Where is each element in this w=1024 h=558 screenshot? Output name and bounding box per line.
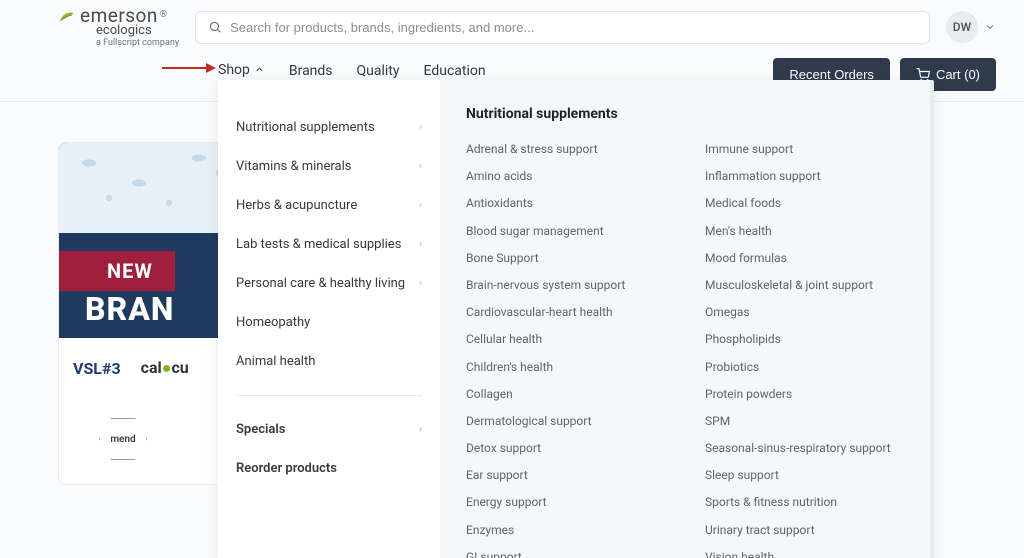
- menu-specials[interactable]: Specials›: [218, 410, 440, 449]
- menu-link[interactable]: Antioxidants: [466, 194, 665, 213]
- chevron-right-icon: ›: [419, 122, 422, 133]
- menu-cat-nutritional-supplements[interactable]: Nutritional supplements›: [218, 108, 440, 147]
- menu-link[interactable]: Children's health: [466, 358, 665, 377]
- shop-mega-menu: Nutritional supplements› Vitamins & mine…: [218, 80, 934, 558]
- menu-link[interactable]: Seasonal-sinus-respiratory support: [705, 439, 904, 458]
- menu-link[interactable]: Inflammation support: [705, 167, 904, 186]
- menu-link[interactable]: Sports & fitness nutrition: [705, 493, 904, 512]
- logo-tagline: a Fullscript company: [96, 39, 179, 48]
- chevron-right-icon: ›: [419, 239, 422, 250]
- menu-main: Nutritional supplements Adrenal & stress…: [440, 80, 930, 558]
- menu-link[interactable]: SPM: [705, 412, 904, 431]
- new-badge: NEW: [59, 251, 175, 291]
- search-icon: [208, 20, 222, 34]
- menu-link[interactable]: Amino acids: [466, 167, 665, 186]
- menu-link[interactable]: Protein powders: [705, 385, 904, 404]
- menu-link[interactable]: Brain-nervous system support: [466, 276, 665, 295]
- menu-link[interactable]: Cardiovascular-heart health: [466, 303, 665, 322]
- top-bar: emerson ® ecologics a Fullscript company…: [0, 0, 1024, 48]
- chevron-down-icon: [984, 21, 996, 33]
- menu-link[interactable]: Adrenal & stress support: [466, 140, 665, 159]
- chevron-right-icon: ›: [419, 200, 422, 211]
- logo[interactable]: emerson ® ecologics a Fullscript company: [58, 6, 179, 48]
- user-menu[interactable]: DW: [946, 11, 996, 43]
- menu-link[interactable]: Men's health: [705, 222, 904, 241]
- logo-sub: ecologics: [96, 24, 152, 37]
- avatar: DW: [946, 11, 978, 43]
- brand-calocurb[interactable]: cal●cu: [141, 358, 189, 378]
- menu-link[interactable]: Mood formulas: [705, 249, 904, 268]
- menu-link[interactable]: Enzymes: [466, 521, 665, 540]
- menu-link[interactable]: Vision health: [705, 548, 904, 558]
- menu-link[interactable]: Blood sugar management: [466, 222, 665, 241]
- menu-heading: Nutritional supplements: [466, 106, 904, 122]
- menu-link[interactable]: Detox support: [466, 439, 665, 458]
- search-input[interactable]: [230, 20, 917, 35]
- menu-separator: [236, 395, 422, 396]
- menu-col-2: Immune support Inflammation support Medica…: [705, 140, 904, 558]
- menu-link[interactable]: Immune support: [705, 140, 904, 159]
- menu-link[interactable]: Sleep support: [705, 466, 904, 485]
- menu-cat-vitamins-minerals[interactable]: Vitamins & minerals›: [218, 147, 440, 186]
- menu-cat-herbs-acupuncture[interactable]: Herbs & acupuncture›: [218, 186, 440, 225]
- menu-cat-personal-care[interactable]: Personal care & healthy living›: [218, 264, 440, 303]
- menu-link[interactable]: Medical foods: [705, 194, 904, 213]
- hero-brand-text: BRAN: [85, 290, 174, 328]
- menu-cat-lab-tests[interactable]: Lab tests & medical supplies›: [218, 225, 440, 264]
- menu-link[interactable]: Dermatological support: [466, 412, 665, 431]
- menu-cat-homeopathy[interactable]: Homeopathy: [218, 303, 440, 342]
- menu-link[interactable]: Energy support: [466, 493, 665, 512]
- menu-link[interactable]: GI support: [466, 548, 665, 558]
- menu-link[interactable]: Musculoskeletal & joint support: [705, 276, 904, 295]
- brand-mend[interactable]: mend: [99, 418, 147, 460]
- menu-reorder[interactable]: Reorder products: [218, 449, 440, 488]
- menu-cat-animal-health[interactable]: Animal health: [218, 342, 440, 381]
- menu-link[interactable]: Collagen: [466, 385, 665, 404]
- menu-link[interactable]: Omegas: [705, 303, 904, 322]
- menu-columns: Adrenal & stress support Amino acids Antio…: [466, 140, 904, 558]
- menu-link[interactable]: Probiotics: [705, 358, 904, 377]
- menu-link[interactable]: Phospholipids: [705, 330, 904, 349]
- chevron-right-icon: ›: [419, 161, 422, 172]
- chevron-up-icon: [254, 64, 265, 75]
- menu-link[interactable]: Ear support: [466, 466, 665, 485]
- brand-vsl[interactable]: VSL#3: [73, 359, 121, 378]
- menu-col-1: Adrenal & stress support Amino acids Antio…: [466, 140, 665, 558]
- leaf-icon: [58, 9, 78, 23]
- menu-link[interactable]: Urinary tract support: [705, 521, 904, 540]
- chevron-right-icon: ›: [419, 278, 422, 289]
- menu-sidebar: Nutritional supplements› Vitamins & mine…: [218, 80, 440, 558]
- arrow-annotation-icon: [162, 62, 216, 74]
- menu-link[interactable]: Bone Support: [466, 249, 665, 268]
- search-box[interactable]: [195, 11, 930, 44]
- chevron-right-icon: ›: [419, 424, 422, 435]
- menu-link[interactable]: Cellular health: [466, 330, 665, 349]
